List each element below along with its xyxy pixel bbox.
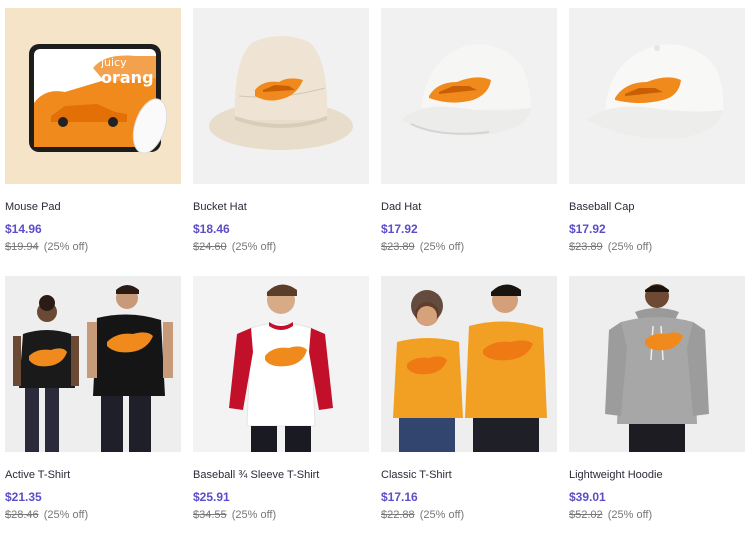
original-price: $19.94 (5, 241, 39, 253)
price-info: $52.02 (25% off) (569, 509, 745, 522)
product-price: $17.92 (569, 222, 606, 236)
price-info: $22.88 (25% off) (381, 509, 557, 522)
price-info: $23.89 (25% off) (381, 241, 557, 254)
price-info: $24.60 (25% off) (193, 241, 369, 254)
price-info: $19.94 (25% off) (5, 241, 181, 254)
discount-label: (25% off) (419, 509, 465, 521)
discount-label: (25% off) (43, 241, 89, 253)
product-title[interactable]: Mouse Pad (5, 200, 181, 214)
product-card[interactable]: Dad Hat $17.92 $23.89 (25% off) (381, 8, 557, 276)
original-price: $24.60 (193, 241, 227, 253)
product-price: $21.35 (5, 490, 42, 504)
product-title[interactable]: Bucket Hat (193, 200, 369, 214)
product-price: $25.91 (193, 490, 230, 504)
product-image[interactable] (569, 8, 745, 184)
original-price: $23.89 (381, 241, 415, 253)
discount-label: (25% off) (419, 241, 465, 253)
product-title[interactable]: Classic T-Shirt (381, 468, 557, 482)
design-text-orange: orang (101, 68, 154, 87)
product-card[interactable]: juicy orang Mouse Pad $14.96 $19.94 (25%… (5, 8, 181, 276)
product-title[interactable]: Lightweight Hoodie (569, 468, 745, 482)
product-card[interactable]: Bucket Hat $18.46 $24.60 (25% off) (193, 8, 369, 276)
price-info: $28.46 (25% off) (5, 509, 181, 522)
original-price: $22.88 (381, 509, 415, 521)
product-card[interactable]: Baseball Cap $17.92 $23.89 (25% off) (569, 8, 745, 276)
product-grid: juicy orang Mouse Pad $14.96 $19.94 (25%… (5, 8, 745, 544)
product-image[interactable] (569, 276, 745, 452)
product-price: $18.46 (193, 222, 230, 236)
product-price: $17.16 (381, 490, 418, 504)
price-info: $23.89 (25% off) (569, 241, 745, 254)
price-info: $34.55 (25% off) (193, 509, 369, 522)
product-image[interactable] (5, 276, 181, 452)
discount-label: (25% off) (607, 509, 653, 521)
product-image[interactable] (193, 8, 369, 184)
original-price: $52.02 (569, 509, 603, 521)
product-price: $39.01 (569, 490, 606, 504)
product-card[interactable]: Baseball ¾ Sleeve T-Shirt $25.91 $34.55 … (193, 276, 369, 544)
discount-label: (25% off) (231, 241, 277, 253)
product-title[interactable]: Baseball Cap (569, 200, 745, 214)
original-price: $34.55 (193, 509, 227, 521)
product-card[interactable]: Active T-Shirt $21.35 $28.46 (25% off) (5, 276, 181, 544)
discount-label: (25% off) (43, 509, 89, 521)
product-image[interactable]: juicy orang (5, 8, 181, 184)
product-title[interactable]: Dad Hat (381, 200, 557, 214)
product-image[interactable] (381, 8, 557, 184)
product-image[interactable] (193, 276, 369, 452)
product-card[interactable]: Classic T-Shirt $17.16 $22.88 (25% off) (381, 276, 557, 544)
discount-label: (25% off) (231, 509, 277, 521)
product-card[interactable]: Lightweight Hoodie $39.01 $52.02 (25% of… (569, 276, 745, 544)
product-title[interactable]: Active T-Shirt (5, 468, 181, 482)
product-price: $17.92 (381, 222, 418, 236)
original-price: $23.89 (569, 241, 603, 253)
discount-label: (25% off) (607, 241, 653, 253)
original-price: $28.46 (5, 509, 39, 521)
product-title[interactable]: Baseball ¾ Sleeve T-Shirt (193, 468, 369, 482)
product-price: $14.96 (5, 222, 42, 236)
product-image[interactable] (381, 276, 557, 452)
